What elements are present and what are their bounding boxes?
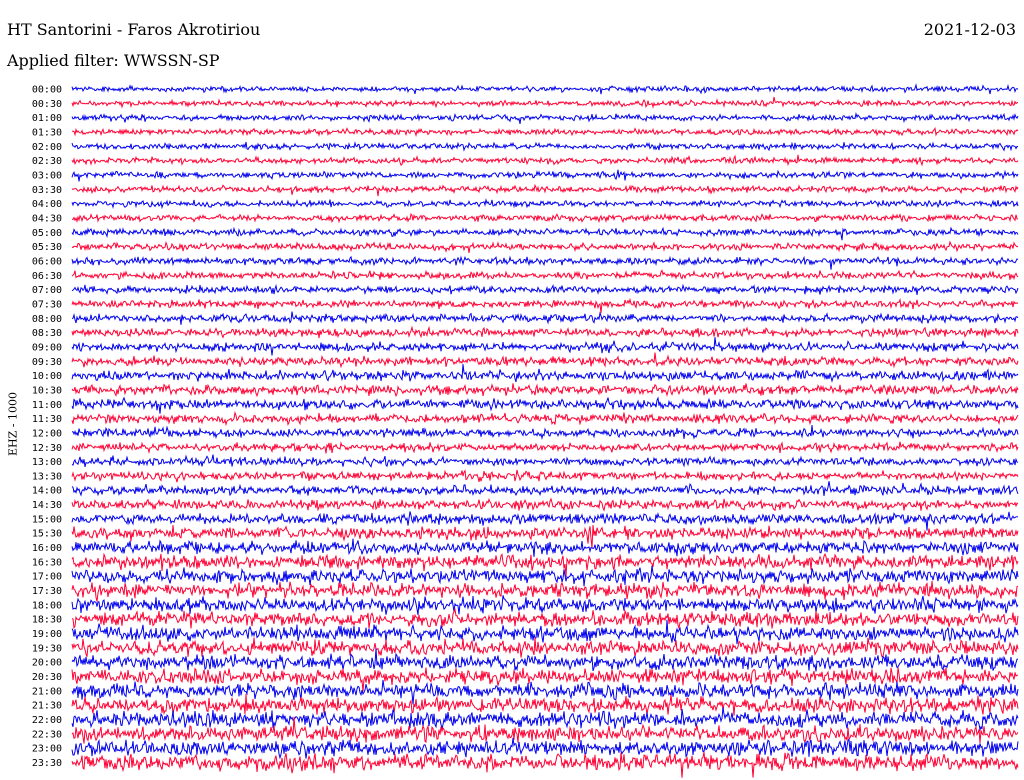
- seismogram-plot: 00:00 00:30 01:00 01:30 02:00 02:30 03:00 03:30…: [32, 83, 1019, 778]
- seismic-trace-0800: [71, 311, 1019, 325]
- time-tick-label: 21:30: [32, 701, 62, 712]
- time-tick-label: 11:30: [32, 414, 62, 425]
- time-tick-label: 15:00: [32, 514, 62, 525]
- seismic-trace-1530: [71, 524, 1019, 549]
- time-tick-label: 08:00: [32, 314, 62, 325]
- time-tick-label: 14:00: [32, 486, 62, 497]
- seismic-trace-0730: [71, 297, 1019, 314]
- seismic-trace-0500: [71, 226, 1019, 241]
- time-tick-label: 11:00: [32, 400, 62, 411]
- time-tick-label: 07:00: [32, 285, 62, 296]
- seismic-trace-0700: [71, 283, 1019, 296]
- time-tick-label: 18:30: [32, 615, 62, 626]
- seismic-trace-2200: [71, 707, 1019, 732]
- time-tick-label: 04:00: [32, 199, 62, 210]
- time-tick-label: 20:00: [32, 658, 62, 669]
- time-tick-label: 07:30: [32, 299, 62, 310]
- time-tick-label: 17:00: [32, 572, 62, 583]
- time-tick-label: 12:00: [32, 428, 62, 439]
- seismic-trace-1030: [71, 383, 1019, 398]
- time-tick-label: 00:30: [32, 99, 62, 110]
- seismic-trace-2300: [71, 737, 1019, 760]
- time-tick-label: 19:00: [32, 629, 62, 640]
- time-tick-label: 06:00: [32, 256, 62, 267]
- time-tick-label: 22:00: [32, 715, 62, 726]
- seismic-trace-1430: [71, 497, 1019, 512]
- time-tick-label: 10:00: [32, 371, 62, 382]
- time-tick-label: 08:30: [32, 328, 62, 339]
- seismic-trace-1330: [71, 469, 1019, 483]
- time-tick-label: 04:30: [32, 213, 62, 224]
- seismic-trace-0300: [71, 169, 1019, 182]
- seismic-trace-1000: [71, 364, 1019, 383]
- seismic-trace-0430: [71, 212, 1018, 224]
- seismic-trace-0130: [71, 127, 1019, 138]
- time-tick-label: 13:30: [32, 471, 62, 482]
- seismic-trace-1400: [71, 481, 1019, 497]
- time-tick-label: 20:30: [32, 672, 62, 683]
- time-tick-label: 13:00: [32, 457, 62, 468]
- seismic-trace-1130: [71, 410, 1019, 427]
- time-tick-label: 18:00: [32, 600, 62, 611]
- seismic-trace-1500: [71, 511, 1019, 531]
- seismic-trace-0400: [71, 198, 1019, 210]
- time-tick-label: 22:30: [32, 729, 62, 740]
- time-tick-label: 05:00: [32, 228, 62, 239]
- time-tick-label: 21:00: [32, 686, 62, 697]
- time-tick-label: 03:00: [32, 170, 62, 181]
- time-tick-label: 03:30: [32, 185, 62, 196]
- time-tick-labels: 00:00 00:30 01:00 01:30 02:00 02:30 03:00 03:30…: [32, 85, 62, 770]
- seismic-trace-1700: [71, 565, 1019, 587]
- seismic-traces: [71, 83, 1019, 778]
- seismic-trace-0600: [71, 255, 1019, 270]
- seismic-trace-1800: [71, 595, 1019, 615]
- time-tick-label: 06:30: [32, 271, 62, 282]
- time-tick-label: 02:00: [32, 142, 62, 153]
- time-tick-label: 01:30: [32, 127, 62, 138]
- time-tick-label: 15:30: [32, 529, 62, 540]
- time-tick-label: 09:00: [32, 342, 62, 353]
- seismic-trace-0230: [71, 154, 1019, 167]
- seismic-trace-0830: [71, 325, 1019, 339]
- time-tick-label: 10:30: [32, 385, 62, 396]
- seismic-trace-1200: [72, 425, 1019, 440]
- seismic-trace-0930: [71, 352, 1019, 369]
- time-tick-label: 16:30: [32, 557, 62, 568]
- seismic-trace-2130: [71, 693, 1019, 716]
- time-tick-label: 01:00: [32, 113, 62, 124]
- seismic-trace-0100: [71, 111, 1019, 124]
- seismic-trace-1300: [71, 454, 1019, 468]
- seismic-trace-0030: [71, 96, 1019, 109]
- seismic-trace-0330: [71, 183, 1019, 197]
- time-tick-label: 14:30: [32, 500, 62, 511]
- time-tick-label: 23:30: [32, 758, 62, 769]
- seismic-trace-1230: [71, 441, 1019, 455]
- time-tick-label: 16:00: [32, 543, 62, 554]
- time-tick-label: 00:00: [32, 85, 62, 96]
- seismic-trace-1730: [71, 581, 1019, 602]
- seismic-trace-0530: [71, 240, 1019, 253]
- time-tick-label: 09:30: [32, 357, 62, 368]
- time-tick-label: 19:30: [32, 643, 62, 654]
- seismic-trace-1830: [71, 607, 1019, 630]
- seismic-trace-0000: [71, 83, 1019, 95]
- seismic-trace-0630: [71, 269, 1019, 281]
- time-tick-label: 17:30: [32, 586, 62, 597]
- seismic-trace-1100: [71, 396, 1019, 414]
- seismic-trace-0200: [71, 141, 1019, 152]
- time-tick-label: 05:30: [32, 242, 62, 253]
- time-tick-label: 02:30: [32, 156, 62, 167]
- seismic-trace-1600: [71, 538, 1019, 557]
- time-tick-label: 12:30: [32, 443, 62, 454]
- seismic-trace-0900: [71, 337, 1019, 356]
- time-tick-label: 23:00: [32, 744, 62, 755]
- seismic-trace-2330: [71, 751, 1019, 778]
